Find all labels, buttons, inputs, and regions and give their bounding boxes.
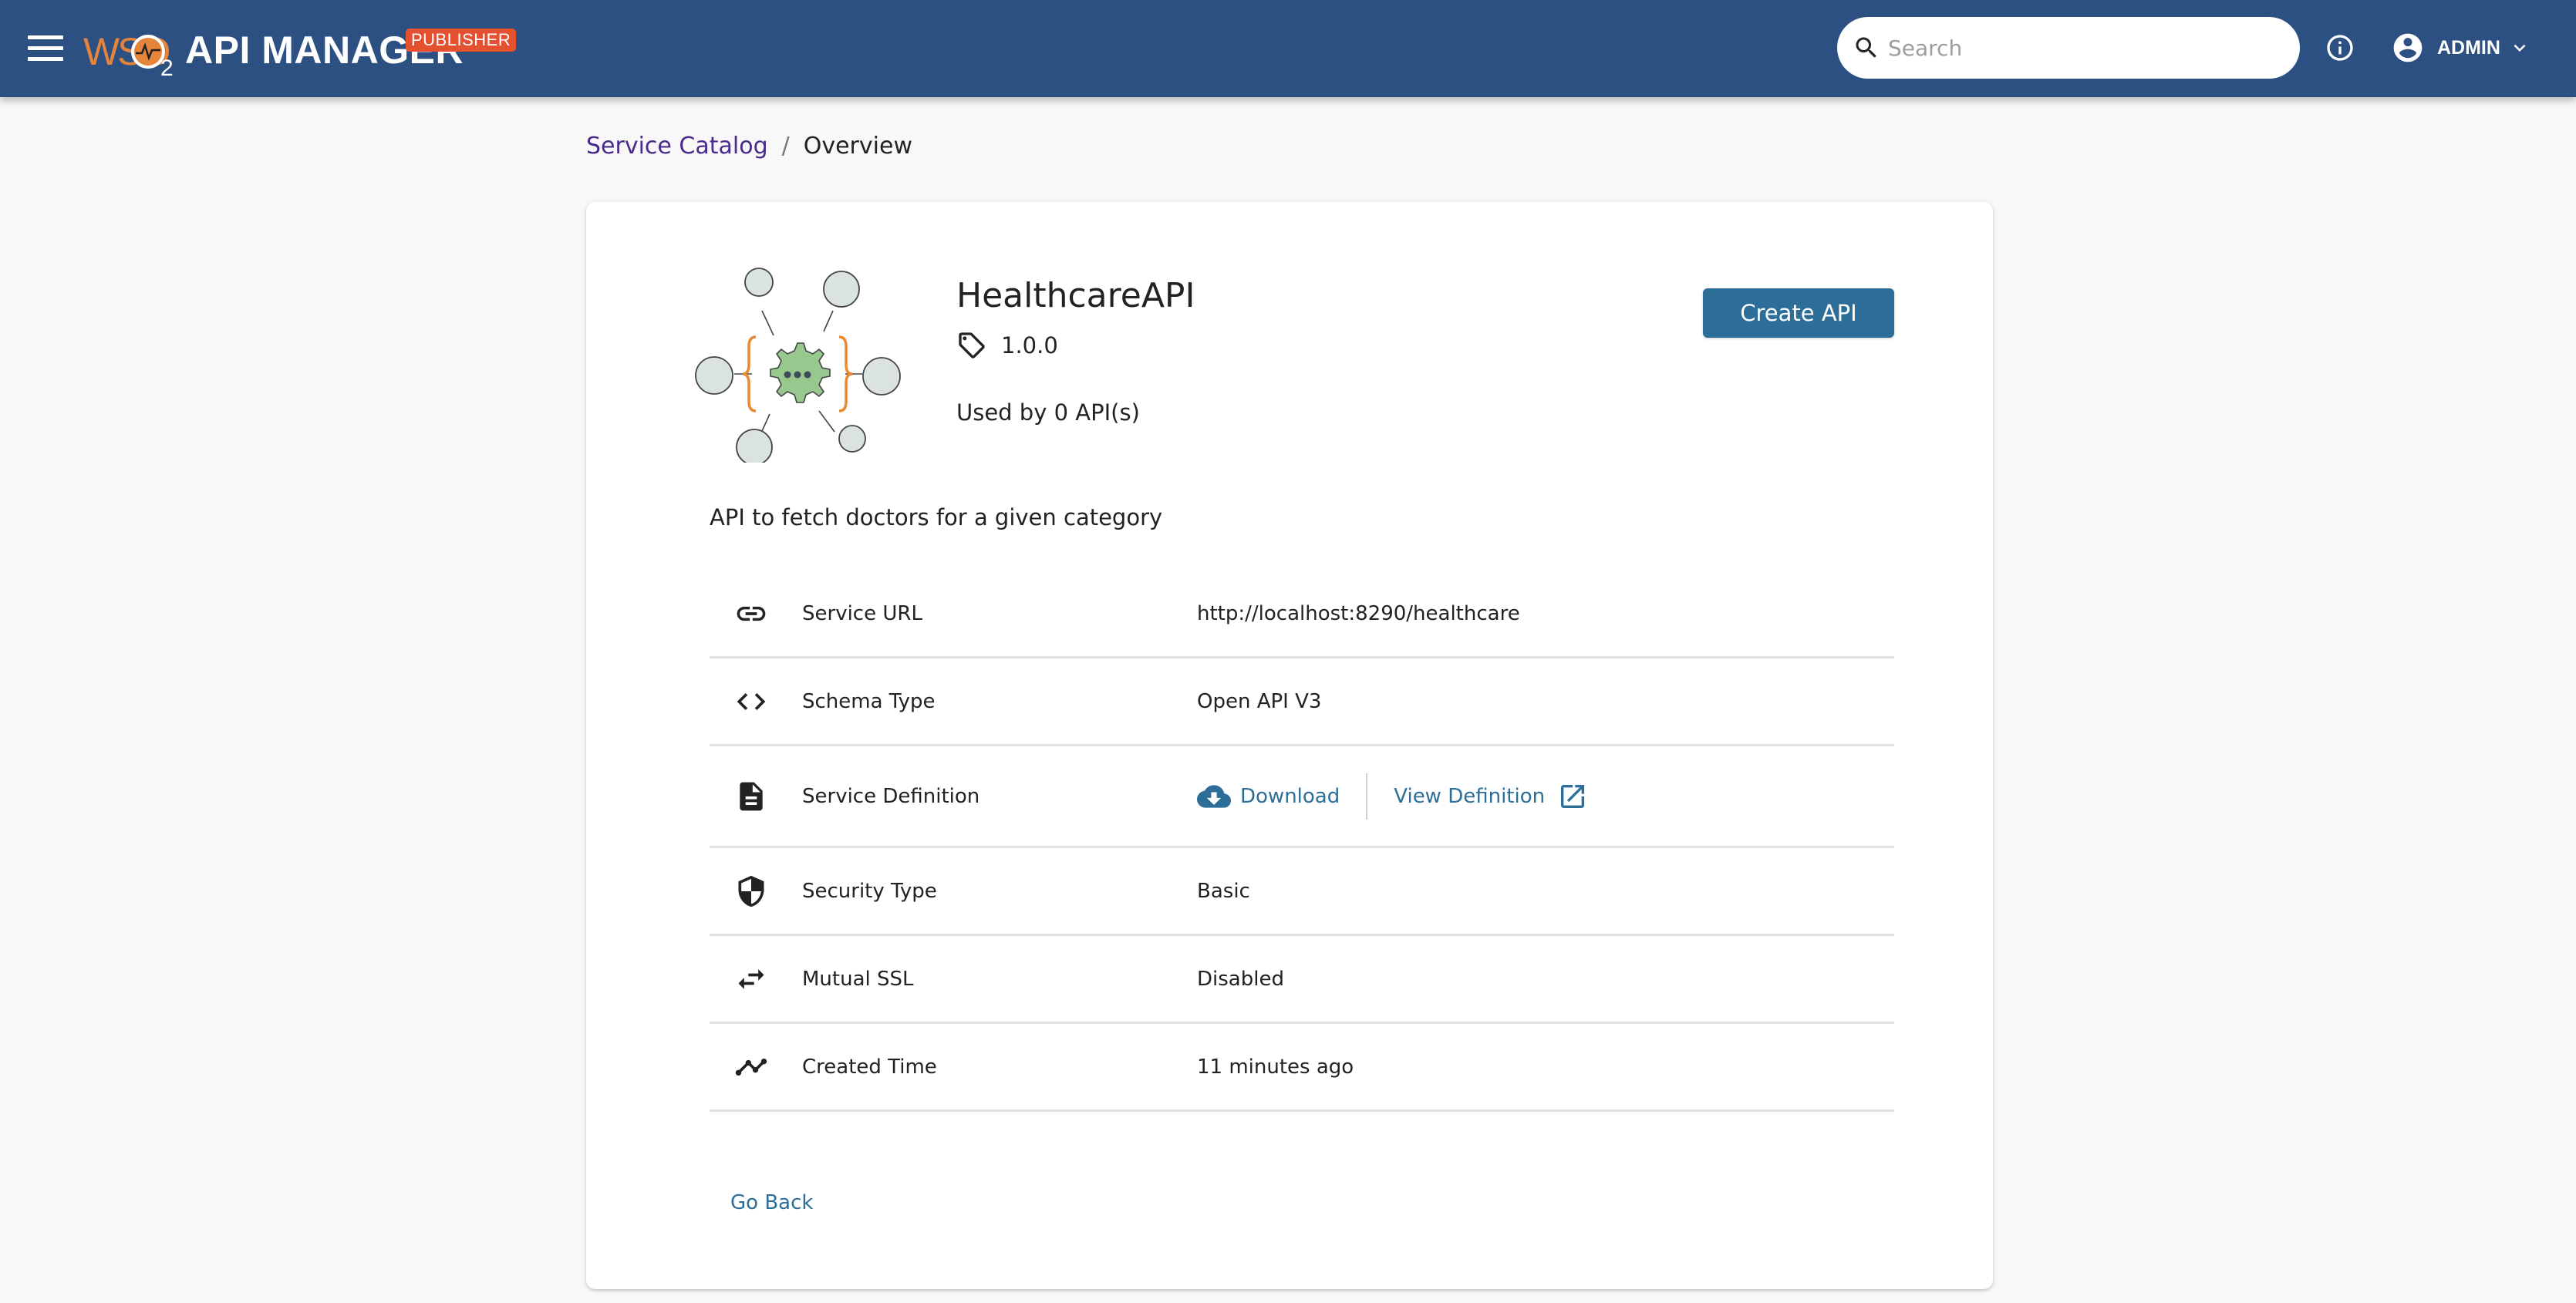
tag-icon — [959, 332, 985, 359]
property-row-schema-type: Schema Type Open API V3 — [710, 658, 1894, 746]
property-value: 11 minutes ago — [1197, 1055, 1354, 1079]
service-overview-card: HealthcareAPI 1.0.0 Used by 0 API(s) Cre… — [586, 202, 1993, 1289]
version-text: 1.0.0 — [1001, 332, 1058, 359]
breadcrumb: Service Catalog / Overview — [586, 133, 912, 160]
service-name: HealthcareAPI — [956, 276, 1195, 315]
property-value: Basic — [1197, 879, 1250, 903]
shield-icon — [733, 873, 770, 910]
service-version: 1.0.0 — [956, 330, 1058, 361]
property-value: Disabled — [1197, 967, 1284, 991]
open-in-new-icon — [1561, 784, 1585, 808]
download-definition-link[interactable]: Download — [1197, 779, 1340, 813]
service-illustration-icon — [695, 268, 901, 463]
property-value: http://localhost:8290/healthcare — [1197, 601, 1520, 625]
timeline-icon — [733, 1049, 770, 1086]
info-icon — [2327, 35, 2353, 61]
breadcrumb-separator: / — [781, 133, 790, 160]
service-properties-table: Service URL http://localhost:8290/health… — [710, 571, 1894, 1112]
menu-icon[interactable] — [28, 32, 66, 63]
cloud-download-icon — [1197, 784, 1231, 808]
property-label: Mutual SSL — [802, 967, 914, 991]
swap-arrows-icon — [733, 961, 770, 998]
chevron-down-icon — [2514, 44, 2526, 52]
search-box[interactable] — [1837, 17, 2300, 79]
property-label: Service URL — [802, 601, 922, 625]
property-row-mutual-ssl: Mutual SSL Disabled — [710, 936, 1894, 1024]
app-header: WSO 2 API MANAGER PUBLISHER ADMIN — [0, 0, 2576, 97]
property-row-service-url: Service URL http://localhost:8290/health… — [710, 571, 1894, 658]
view-definition-label: View Definition — [1394, 784, 1546, 808]
property-value: Open API V3 — [1197, 689, 1322, 713]
search-input[interactable] — [1888, 28, 2274, 68]
actions-divider — [1366, 773, 1368, 820]
property-value-actions: Download View Definition — [1197, 773, 1588, 820]
search-icon — [1856, 37, 1876, 58]
user-name: ADMIN — [2437, 36, 2500, 59]
logo-sub-text: 2 — [160, 56, 174, 81]
document-icon — [733, 778, 770, 815]
view-definition-link[interactable]: View Definition — [1394, 781, 1588, 812]
download-label: Download — [1240, 784, 1340, 808]
property-label: Schema Type — [802, 689, 936, 713]
publisher-badge: PUBLISHER — [406, 29, 517, 52]
used-by-count: Used by 0 API(s) — [956, 399, 1140, 426]
property-row-service-definition: Service Definition Download View Definit… — [710, 746, 1894, 848]
breadcrumb-service-catalog[interactable]: Service Catalog — [586, 133, 768, 160]
create-api-button[interactable]: Create API — [1703, 288, 1894, 338]
service-description: API to fetch doctors for a given categor… — [710, 504, 1163, 530]
breadcrumb-current: Overview — [803, 133, 912, 160]
property-row-security-type: Security Type Basic — [710, 848, 1894, 936]
link-icon — [733, 595, 770, 632]
property-label: Security Type — [802, 879, 937, 903]
info-button[interactable] — [2325, 32, 2355, 63]
property-row-created-time: Created Time 11 minutes ago — [710, 1024, 1894, 1112]
code-icon — [733, 683, 770, 720]
property-label: Service Definition — [802, 784, 980, 808]
go-back-link[interactable]: Go Back — [730, 1191, 813, 1214]
user-menu-button[interactable]: ADMIN — [2391, 29, 2531, 66]
account-circle-icon — [2393, 33, 2423, 62]
property-label: Created Time — [802, 1055, 937, 1079]
